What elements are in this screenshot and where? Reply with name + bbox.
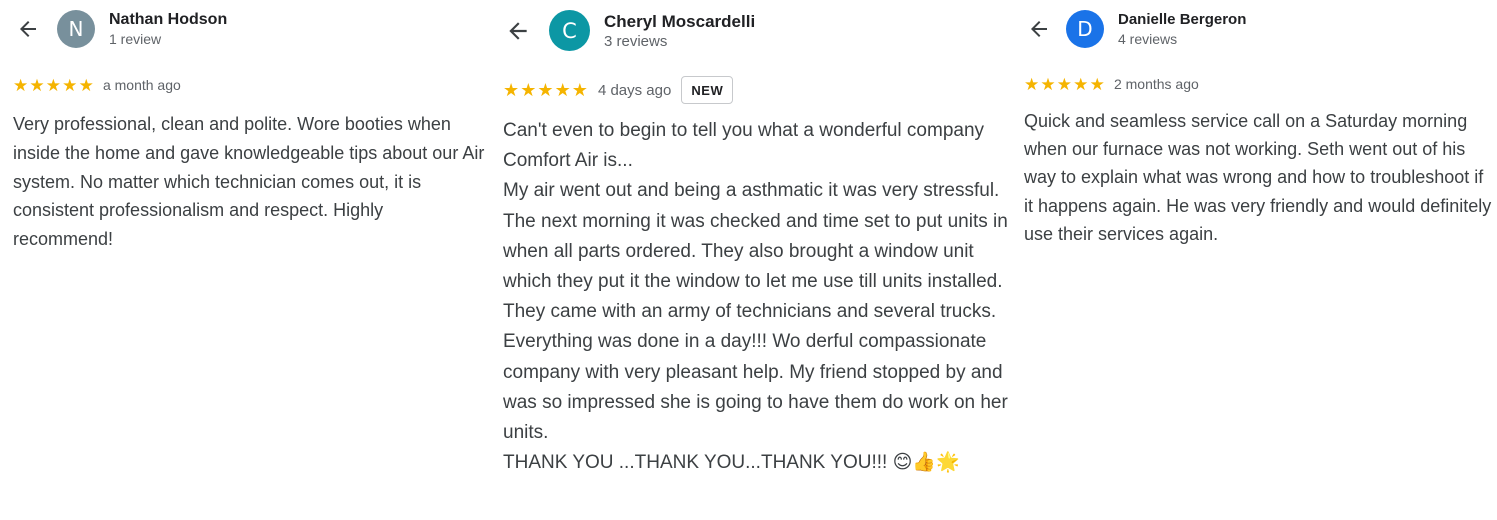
reviewer-name[interactable]: Cheryl Moscardelli	[604, 12, 755, 32]
back-arrow-icon[interactable]	[13, 14, 43, 44]
review-text: Quick and seamless service call on a Sat…	[1024, 111, 1492, 244]
review-date: 4 days ago	[597, 81, 672, 99]
star-icon: ★	[29, 75, 45, 95]
reviewer-review-count: 1 review	[109, 31, 162, 47]
review-header: N Nathan Hodson 1 review	[0, 0, 490, 60]
back-arrow-icon[interactable]	[1024, 14, 1054, 44]
star-rating: ★ ★ ★ ★ ★	[503, 81, 589, 99]
avatar[interactable]: N	[57, 10, 95, 48]
star-icon: ★	[62, 75, 78, 95]
review-text: Very professional, clean and polite. Wor…	[13, 114, 485, 250]
star-icon: ★	[1089, 74, 1105, 94]
star-icon: ★	[1056, 74, 1073, 94]
reviewer-name[interactable]: Nathan Hodson	[109, 11, 227, 29]
rating-row: ★ ★ ★ ★ ★ 2 months ago	[1024, 74, 1199, 94]
new-badge: NEW	[681, 76, 734, 104]
review-panel: C Cheryl Moscardelli 3 reviews ★ ★ ★ ★ ★…	[490, 0, 1010, 520]
star-icon: ★	[554, 80, 571, 100]
review-header: D Danielle Bergeron 4 reviews	[1010, 0, 1497, 60]
star-icon: ★	[45, 75, 62, 95]
back-arrow-icon[interactable]	[503, 16, 533, 46]
reviewer-review-count: 3 reviews	[604, 33, 668, 50]
star-icon: ★	[78, 75, 94, 95]
avatar[interactable]: D	[1066, 10, 1104, 48]
review-date: a month ago	[102, 77, 181, 93]
reviewer-review-count: 4 reviews	[1118, 31, 1178, 47]
rating-row: ★ ★ ★ ★ ★ a month ago	[13, 75, 181, 95]
star-icon: ★	[520, 80, 537, 100]
star-rating: ★ ★ ★ ★ ★	[1024, 76, 1106, 93]
review-text: Can't even to begin to tell you what a w…	[503, 120, 1008, 474]
avatar[interactable]: C	[549, 10, 590, 51]
star-rating: ★ ★ ★ ★ ★	[13, 77, 95, 94]
rating-row: ★ ★ ★ ★ ★ 4 days ago NEW	[503, 76, 734, 104]
review-panel: D Danielle Bergeron 4 reviews ★ ★ ★ ★ ★ …	[1010, 0, 1497, 520]
star-icon: ★	[503, 80, 520, 100]
review-panel: N Nathan Hodson 1 review ★ ★ ★ ★ ★ a mon…	[0, 0, 490, 520]
review-header: C Cheryl Moscardelli 3 reviews	[490, 0, 1010, 60]
star-icon: ★	[1073, 74, 1089, 94]
star-icon: ★	[537, 80, 554, 100]
review-date: 2 months ago	[1113, 76, 1199, 92]
star-icon: ★	[13, 75, 29, 95]
star-icon: ★	[1024, 74, 1040, 94]
star-icon: ★	[571, 80, 588, 100]
reviewer-name[interactable]: Danielle Bergeron	[1118, 11, 1246, 28]
star-icon: ★	[1040, 74, 1056, 94]
